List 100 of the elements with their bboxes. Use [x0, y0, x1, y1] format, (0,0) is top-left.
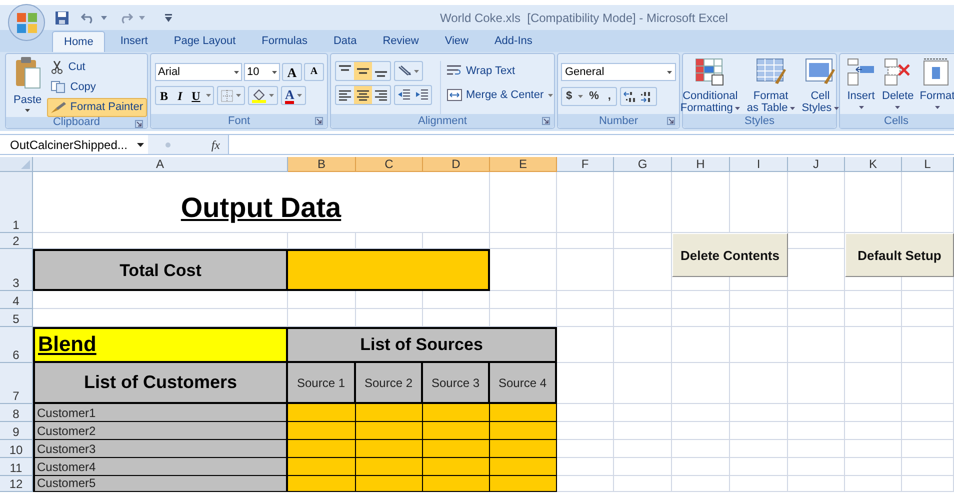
format-as-table-button[interactable]: Format as Table [744, 57, 797, 114]
row-header[interactable]: 8 [0, 404, 33, 422]
delete-cells-button[interactable]: Delete [882, 57, 914, 114]
format-painter-button[interactable]: Format Painter [47, 98, 147, 117]
grid-cell[interactable] [614, 327, 672, 363]
select-all-button[interactable] [0, 157, 33, 172]
insert-function-button[interactable]: fx [211, 136, 220, 154]
column-header[interactable]: H [672, 157, 730, 172]
grid-cell[interactable] [614, 440, 672, 458]
grid-cell[interactable] [557, 458, 614, 476]
fill-color-button[interactable] [248, 86, 278, 105]
grid-cell[interactable] [672, 309, 730, 327]
grid-cell[interactable] [788, 404, 845, 422]
grid-cell[interactable] [288, 309, 356, 327]
ribbon-tab[interactable]: Formulas [250, 31, 318, 52]
grid-cell[interactable] [33, 233, 288, 249]
data-cell[interactable] [288, 476, 356, 492]
shrink-font-button[interactable]: A [304, 63, 324, 81]
grid-cell[interactable] [845, 458, 902, 476]
grid-cell[interactable] [730, 327, 788, 363]
grid-cell[interactable] [730, 422, 788, 440]
grid-cell[interactable] [788, 327, 845, 363]
font-name-field[interactable]: Arial [155, 63, 242, 81]
grid-cell[interactable] [730, 277, 788, 291]
font-size-field[interactable]: 10 [244, 63, 280, 81]
grid-cell[interactable] [423, 291, 490, 309]
grid-cell[interactable] [614, 233, 672, 249]
resize-handle-icon[interactable] [165, 140, 172, 148]
data-cell[interactable] [423, 458, 490, 476]
row-header[interactable]: 4 [0, 291, 33, 309]
grid-cell[interactable] [845, 277, 902, 291]
data-cell[interactable] [423, 440, 490, 458]
orientation-button[interactable] [394, 61, 423, 81]
grid-cell[interactable] [902, 309, 954, 327]
ribbon-tab[interactable]: Insert [109, 31, 159, 52]
grid-cell[interactable] [614, 363, 672, 404]
grid-cell[interactable] [490, 172, 557, 233]
grid-cell[interactable] [356, 291, 423, 309]
data-cell[interactable] [356, 458, 423, 476]
grid-cell[interactable] [490, 291, 557, 309]
grid-cell[interactable] [614, 422, 672, 440]
grid-cell[interactable] [356, 309, 423, 327]
column-header[interactable]: D [423, 157, 490, 172]
grid-cell[interactable] [845, 422, 902, 440]
grid-cell[interactable] [557, 291, 614, 309]
column-header[interactable]: E [490, 157, 557, 172]
grid-cell[interactable] [902, 458, 954, 476]
grid-cell[interactable] [902, 476, 954, 492]
number-format-field[interactable]: General [561, 63, 676, 81]
grid-cell[interactable] [902, 327, 954, 363]
column-header[interactable]: A [33, 157, 288, 172]
grid-cell[interactable] [902, 172, 954, 233]
row-header[interactable]: 5 [0, 309, 33, 327]
column-header[interactable]: C [356, 157, 423, 172]
cut-button[interactable]: Cut [47, 58, 147, 76]
column-header[interactable]: L [902, 157, 954, 172]
grid-cell[interactable] [730, 476, 788, 492]
grid-cell[interactable] [614, 172, 672, 233]
grid-cell[interactable] [788, 249, 845, 291]
grid-cell[interactable] [788, 458, 845, 476]
grid-cell[interactable] [902, 404, 954, 422]
data-cell[interactable] [288, 440, 356, 458]
column-header[interactable]: B [288, 157, 356, 172]
column-header[interactable]: G [614, 157, 672, 172]
caret-icon[interactable] [578, 95, 584, 98]
grid-cell[interactable] [730, 291, 788, 309]
data-cell[interactable] [490, 458, 557, 476]
grid-cell[interactable] [557, 440, 614, 458]
data-cell[interactable] [490, 476, 557, 492]
grid-cell[interactable] [33, 291, 288, 309]
grid-cell[interactable] [845, 309, 902, 327]
redo-icon[interactable] [119, 12, 133, 24]
row-header[interactable]: 1 [0, 172, 33, 233]
grid-cell[interactable] [788, 291, 845, 309]
grid-cell[interactable] [672, 404, 730, 422]
sheet-button[interactable]: Default Setup [845, 233, 954, 277]
grid-cell[interactable] [672, 277, 730, 291]
middle-align-button[interactable] [354, 62, 372, 80]
name-box[interactable]: OutCalcinerShipped... [0, 135, 148, 154]
caret-icon[interactable] [139, 16, 145, 20]
grid-cell[interactable] [672, 458, 730, 476]
grid-cell[interactable] [614, 404, 672, 422]
borders-button[interactable] [217, 86, 245, 105]
grid-cell[interactable] [614, 309, 672, 327]
grid-cell[interactable] [845, 404, 902, 422]
grid-cell[interactable] [356, 233, 423, 249]
data-cell[interactable] [356, 422, 423, 440]
row-header[interactable]: 2 [0, 233, 33, 249]
grid-cell[interactable] [788, 233, 845, 249]
grid-cell[interactable] [788, 309, 845, 327]
grid-cell[interactable] [490, 309, 557, 327]
grid-cell[interactable] [672, 476, 730, 492]
data-cell[interactable] [356, 476, 423, 492]
grid-cell[interactable] [557, 404, 614, 422]
grid-cell[interactable] [845, 476, 902, 492]
grid-cell[interactable] [557, 172, 614, 233]
grid-cell[interactable] [557, 327, 614, 363]
grid-cell[interactable] [845, 440, 902, 458]
grid-cell[interactable] [672, 422, 730, 440]
grid-cell[interactable] [902, 422, 954, 440]
